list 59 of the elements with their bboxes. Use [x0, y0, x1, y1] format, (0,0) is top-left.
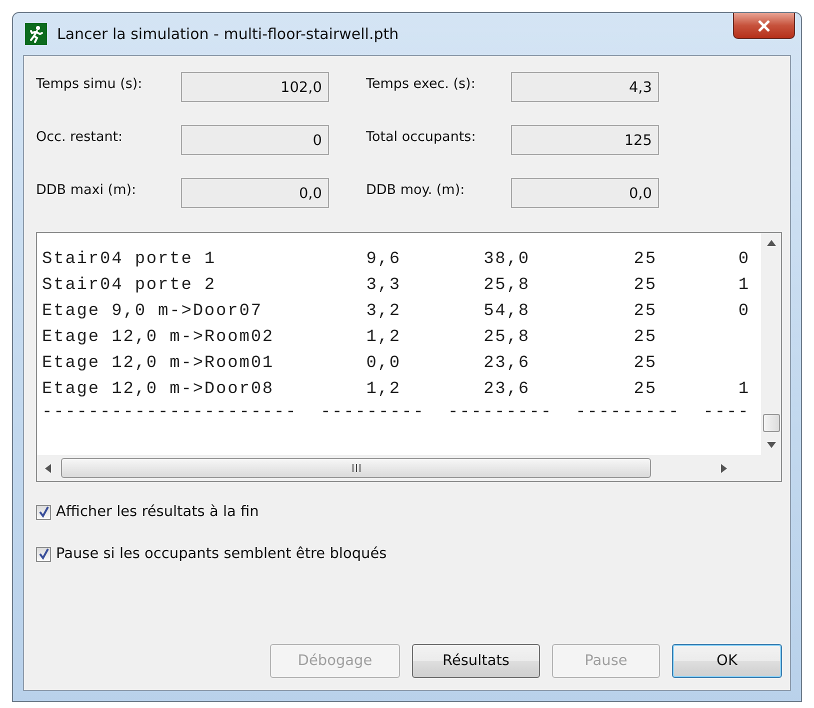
up-arrow-icon[interactable] — [766, 240, 776, 246]
close-icon — [757, 20, 771, 32]
separator-line: ---------------------- --------- --------- --------- ---- — [42, 402, 751, 424]
checkbox-label: Pause si les occupants semblent être bloqués — [56, 546, 387, 562]
list-cell-text: 0 — [737, 302, 750, 320]
list-cell-text: Etage 12,0 m->Door08 — [42, 380, 276, 398]
dialog-button[interactable]: Résultats — [412, 644, 540, 678]
scrollbar-thumb[interactable] — [762, 414, 780, 432]
field-label: DDB maxi (m): — [36, 181, 138, 198]
list-cell-text: 1,2 — [365, 380, 401, 398]
list-cell-text: 1 — [737, 380, 750, 398]
list-cell-text: 1,2 — [365, 328, 401, 346]
readonly-field[interactable]: 0,0 — [181, 178, 329, 208]
list-cell-text: Etage 9,0 m->Door07 — [42, 302, 264, 320]
down-arrow-icon[interactable] — [766, 442, 776, 448]
window-title: Lancer la simulation - multi-floor-stairwell.pth — [57, 25, 399, 43]
list-cell-text: 25 — [632, 302, 657, 320]
list-cell-text: 25 — [632, 250, 657, 268]
field-label: Total occupants: — [366, 128, 477, 145]
left-arrow-icon[interactable] — [45, 464, 51, 472]
running-man-icon — [25, 23, 47, 45]
field-label: DDB moy. (m): — [366, 181, 466, 198]
list-cell-text: 25 — [632, 380, 657, 398]
readonly-field[interactable]: 4,3 — [511, 72, 659, 102]
list-cell-text: Stair04 porte 2 — [42, 276, 218, 294]
list-cell-text: 23,6 — [482, 354, 530, 372]
list-cell-text: 25 — [632, 276, 657, 294]
checkbox[interactable] — [36, 504, 51, 520]
list-cell-text: 25,8 — [482, 328, 530, 346]
readonly-field[interactable]: 0 — [181, 125, 329, 155]
list-cell-text: 25 — [632, 354, 657, 372]
list-cell-text: 0,0 — [365, 354, 401, 372]
list-cell-text: 3,3 — [365, 276, 401, 294]
list-cell-text: 1 — [737, 276, 750, 294]
list-cell-text: 9,6 — [365, 250, 401, 268]
list-cell-text: Etage 12,0 m->Room02 — [42, 328, 276, 346]
list-cell-text: Stair04 porte 1 — [42, 250, 218, 268]
right-arrow-icon[interactable] — [721, 464, 727, 472]
grip-icon — [352, 464, 360, 472]
field-label: Temps simu (s): — [36, 75, 144, 92]
list-cell-text: 3,2 — [365, 302, 401, 320]
readonly-field[interactable]: 0,0 — [511, 178, 659, 208]
list-cell-text: 38,0 — [482, 250, 530, 268]
field-label: Temps exec. (s): — [366, 75, 476, 92]
vertical-scrollbar[interactable] — [761, 233, 781, 455]
list-cell-text: 25,8 — [482, 276, 530, 294]
close-button[interactable] — [733, 13, 795, 39]
readonly-field[interactable]: 102,0 — [181, 72, 329, 102]
scrollbar-thumb[interactable] — [61, 458, 651, 478]
list-cell-text: Etage 12,0 m->Room01 — [42, 354, 276, 372]
readonly-field[interactable]: 125 — [511, 125, 659, 155]
list-cell-text: 23,6 — [482, 380, 530, 398]
checkbox[interactable] — [36, 546, 51, 562]
field-label: Occ. restant: — [36, 128, 124, 145]
list-cell-text: 54,8 — [482, 302, 530, 320]
list-cell-text: 0 — [737, 250, 750, 268]
dialog-button[interactable]: OK — [672, 644, 782, 678]
list-cell-text: 25 — [632, 328, 657, 346]
checkbox-label: Afficher les résultats à la fin — [56, 504, 259, 520]
